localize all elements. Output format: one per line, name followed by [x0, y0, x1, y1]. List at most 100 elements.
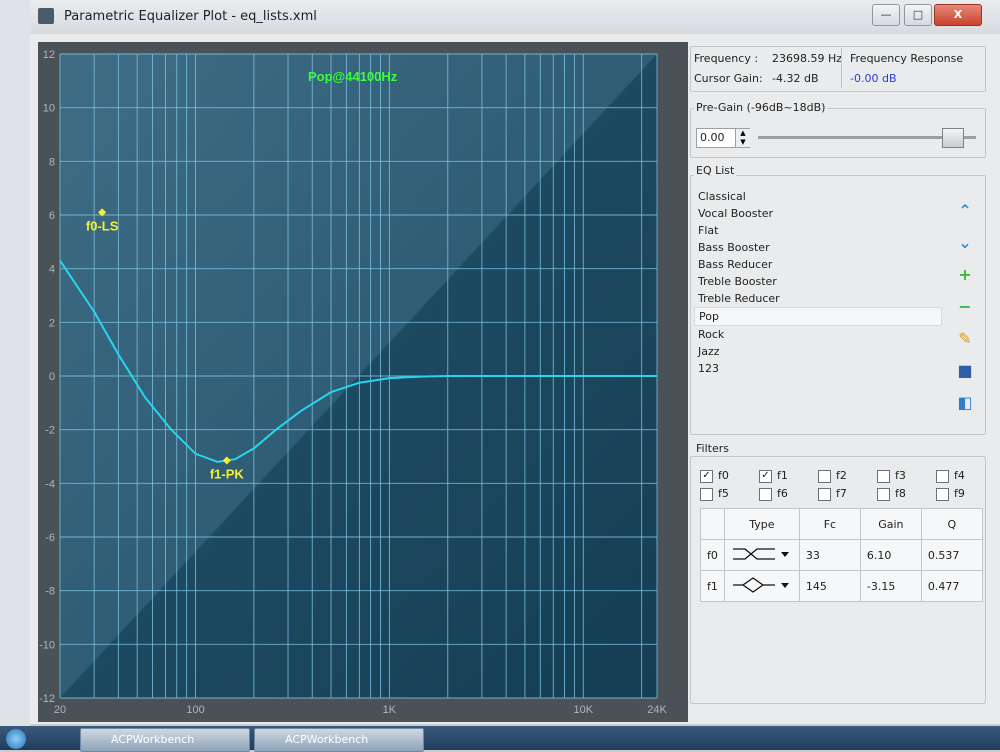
pencil-icon[interactable]: ✎	[954, 328, 976, 350]
checkbox-box[interactable]	[759, 488, 772, 501]
filter-table: Type Fc Gain Q f0 33 6.10 0.537 f1 145 -…	[700, 508, 983, 602]
minimize-button[interactable]: —	[872, 4, 900, 26]
eq-list: Classical Vocal Booster Flat Bass Booster Ba…	[694, 188, 942, 377]
x-tick-label: 24K	[647, 704, 667, 716]
checkbox-box[interactable]	[818, 488, 831, 501]
filter-checkbox-label: f5	[718, 487, 729, 500]
close-button[interactable]: X	[934, 4, 982, 26]
x-tick-label: 1K	[383, 704, 397, 716]
eq-plot[interactable]: 121086420-2-4-6-8-10-12 20 100 1K 10K 24K f0…	[38, 42, 688, 722]
header-gain: Gain	[859, 508, 922, 540]
info-divider	[841, 48, 842, 88]
chevron-down-icon[interactable]: ⌄	[954, 232, 976, 254]
table-row[interactable]: f1 145 -3.15 0.477	[700, 570, 983, 602]
eq-list-item[interactable]: Classical	[694, 188, 942, 205]
eq-list-item[interactable]: Bass Booster	[694, 239, 942, 256]
window-title: Parametric Equalizer Plot - eq_lists.xml	[64, 9, 317, 24]
eq-list-item[interactable]: Pop	[694, 307, 942, 326]
x-tick-label: 100	[186, 704, 204, 716]
checkbox-box[interactable]	[936, 470, 949, 483]
checkbox-box[interactable]	[936, 488, 949, 501]
response-label: Frequency Response	[850, 52, 964, 65]
type-select[interactable]	[723, 570, 800, 602]
filter-checkboxes: ✓ f0 ✓ f1 f2 f3 f4 f5 f6 f7 f8 f9	[700, 469, 980, 505]
checkbox-box[interactable]	[877, 488, 890, 501]
taskbar-item[interactable]: ACPWorkbench	[254, 728, 424, 752]
type-select[interactable]	[723, 539, 800, 571]
eq-list-toolbar: ⌃ ⌄ + − ✎ ■ ◧	[954, 200, 978, 424]
table-row[interactable]: f0 33 6.10 0.537	[700, 539, 983, 571]
x-tick-label: 10K	[573, 704, 593, 716]
filter-checkbox-label: f2	[836, 469, 847, 482]
header-type: Type	[723, 508, 800, 540]
pregain-slider-handle[interactable]	[942, 128, 965, 148]
row-fc[interactable]: 33	[798, 539, 861, 571]
y-tick-label: -12	[39, 693, 55, 705]
plot-frame: 12 10 8 6 4 2 0 -2 -4 -6 -8 -10 -12 20 100 1K 10K 24K f0…	[38, 42, 688, 722]
eq-list-item[interactable]: Vocal Booster	[694, 205, 942, 222]
header-fc: Fc	[798, 508, 861, 540]
marker-label: f1-PK	[210, 467, 245, 482]
filter-checkbox-label: f6	[777, 487, 788, 500]
checkbox-box[interactable]	[818, 470, 831, 483]
minus-icon[interactable]: −	[954, 296, 976, 318]
cursor-gain-value: -4.32 dB	[772, 72, 819, 85]
filter-checkbox-label: f3	[895, 469, 906, 482]
save-as-icon[interactable]: ◧	[954, 392, 976, 414]
filter-checkbox-label: f7	[836, 487, 847, 500]
checkmark-icon[interactable]: ✓	[759, 470, 772, 483]
eq-list-item[interactable]: Jazz	[694, 343, 942, 360]
chevron-up-icon[interactable]: ⌃	[954, 200, 976, 222]
y-tick-label: -2	[45, 425, 55, 437]
row-fc[interactable]: 145	[798, 570, 861, 602]
frequency-value: 23698.59 Hz	[772, 52, 843, 65]
y-tick-label: -10	[39, 639, 55, 651]
save-icon[interactable]: ■	[954, 360, 976, 382]
response-value: -0.00 dB	[850, 72, 897, 85]
row-q[interactable]: 0.537	[920, 539, 983, 571]
y-tick-label: 12	[43, 49, 55, 61]
restore-button[interactable]: □	[904, 4, 932, 26]
checkbox-box[interactable]	[877, 470, 890, 483]
filter-checkbox-label: f4	[954, 469, 965, 482]
y-tick-label: -6	[45, 532, 55, 544]
low-shelf-icon	[732, 547, 789, 560]
checkmark-icon[interactable]: ✓	[700, 470, 713, 483]
eq-list-item[interactable]: 123	[694, 360, 942, 377]
window-titlebar: Parametric Equalizer Plot - eq_lists.xml…	[30, 0, 1000, 35]
frequency-label: Frequency :	[694, 52, 759, 65]
y-tick-label: 6	[49, 210, 55, 222]
taskbar-item[interactable]: ACPWorkbench	[80, 728, 250, 752]
table-corner	[700, 508, 725, 540]
filter-table-wrap: Type Fc Gain Q f0 33 6.10 0.537 f1 145 -…	[700, 508, 983, 602]
filter-checkbox-label: f1	[777, 469, 788, 482]
row-gain[interactable]: -3.15	[859, 570, 922, 602]
y-tick-label: -8	[45, 586, 55, 598]
table-header-row: Type Fc Gain Q	[700, 508, 983, 540]
spin-arrows-icon[interactable]: ▲ ▼	[735, 129, 750, 147]
filter-checkbox-label: f8	[895, 487, 906, 500]
eq-list-item[interactable]: Rock	[694, 326, 942, 343]
eq-list-item[interactable]: Treble Reducer	[694, 290, 942, 307]
y-tick-label: -4	[45, 478, 55, 490]
pregain-spinbox[interactable]: 0.00 ▲ ▼	[696, 128, 750, 148]
plot-title: Pop@44100Hz	[308, 69, 398, 84]
row-gain[interactable]: 6.10	[859, 539, 922, 571]
row-name: f1	[700, 570, 725, 602]
eq-list-label: EQ List	[694, 164, 737, 177]
control-panel: Frequency : 23698.59 Hz Cursor Gain: -4.…	[690, 44, 990, 722]
x-tick-label: 20	[54, 704, 66, 716]
eq-list-item[interactable]: Treble Booster	[694, 273, 942, 290]
eq-list-item[interactable]: Bass Reducer	[694, 256, 942, 273]
y-tick-label: 10	[43, 103, 55, 115]
pregain-label: Pre-Gain (-96dB~18dB)	[694, 101, 828, 114]
y-tick-label: 0	[49, 371, 55, 383]
desktop-edge	[0, 0, 30, 750]
y-tick-label: 4	[49, 264, 55, 276]
eq-list-item[interactable]: Flat	[694, 222, 942, 239]
checkbox-box[interactable]	[700, 488, 713, 501]
y-tick-label: 8	[49, 156, 55, 168]
plus-icon[interactable]: +	[954, 264, 976, 286]
start-orb-icon[interactable]	[6, 729, 26, 749]
row-q[interactable]: 0.477	[920, 570, 983, 602]
